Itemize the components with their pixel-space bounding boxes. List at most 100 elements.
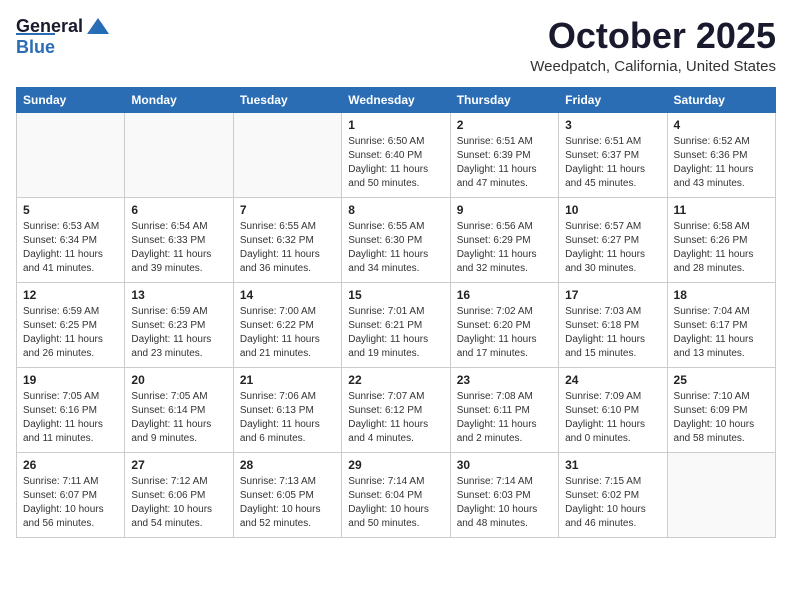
day-number: 1 xyxy=(348,118,443,132)
day-number: 3 xyxy=(565,118,660,132)
day-of-week-header: Sunday xyxy=(17,87,125,112)
calendar-cell: 22Sunrise: 7:07 AMSunset: 6:12 PMDayligh… xyxy=(342,367,450,452)
day-info: Sunrise: 7:14 AMSunset: 6:04 PMDaylight:… xyxy=(348,475,443,531)
calendar-cell xyxy=(233,112,341,197)
calendar-table: SundayMondayTuesdayWednesdayThursdayFrid… xyxy=(16,87,776,538)
calendar-cell: 30 Sunrise: 7:14 AMSunset: 6:03 PMDayligh… xyxy=(450,452,558,537)
day-number: 15 xyxy=(348,288,443,302)
calendar-cell: 23 Sunrise: 7:08 AMSunset: 6:11 PMDayligh… xyxy=(450,367,558,452)
calendar-cell: 14 Sunrise: 7:00 AMSunset: 6:22 PMDayligh… xyxy=(233,282,341,367)
day-number: 26 xyxy=(23,458,118,472)
calendar-cell xyxy=(125,112,233,197)
calendar-cell: 3 Sunrise: 6:51 AMSunset: 6:37 PMDaylight… xyxy=(559,112,667,197)
calendar-cell: 25Sunrise: 7:10 AMSunset: 6:09 PMDayligh… xyxy=(667,367,775,452)
day-number: 30 xyxy=(457,458,552,472)
day-of-week-header: Friday xyxy=(559,87,667,112)
page-header: General Blue October 2025 Weedpatch, Cal… xyxy=(16,16,776,75)
logo-blue-text: Blue xyxy=(16,33,55,58)
day-of-week-header: Saturday xyxy=(667,87,775,112)
calendar-cell: 1 Sunrise: 6:50 AMSunset: 6:40 PMDaylight… xyxy=(342,112,450,197)
day-info: Sunrise: 6:58 AMSunset: 6:26 PMDaylight:… xyxy=(674,220,769,276)
week-row: 5 Sunrise: 6:53 AMSunset: 6:34 PMDaylight… xyxy=(17,197,776,282)
day-number: 8 xyxy=(348,203,443,217)
location-title: Weedpatch, California, United States xyxy=(530,58,776,75)
day-info: Sunrise: 7:01 AMSunset: 6:21 PMDaylight:… xyxy=(348,305,443,361)
day-info: Sunrise: 7:14 AMSunset: 6:03 PMDaylight:… xyxy=(457,475,552,531)
calendar-header-row: SundayMondayTuesdayWednesdayThursdayFrid… xyxy=(17,87,776,112)
calendar-cell: 4Sunrise: 6:52 AMSunset: 6:36 PMDaylight… xyxy=(667,112,775,197)
day-number: 5 xyxy=(23,203,118,217)
calendar-cell: 8Sunrise: 6:55 AMSunset: 6:30 PMDaylight… xyxy=(342,197,450,282)
day-number: 21 xyxy=(240,373,335,387)
calendar-cell: 21 Sunrise: 7:06 AMSunset: 6:13 PMDayligh… xyxy=(233,367,341,452)
calendar-cell: 2 Sunrise: 6:51 AMSunset: 6:39 PMDaylight… xyxy=(450,112,558,197)
logo: General Blue xyxy=(16,16,109,58)
week-row: 1 Sunrise: 6:50 AMSunset: 6:40 PMDaylight… xyxy=(17,112,776,197)
day-number: 31 xyxy=(565,458,660,472)
week-row: 19Sunrise: 7:05 AMSunset: 6:16 PMDayligh… xyxy=(17,367,776,452)
day-info: Sunrise: 6:54 AMSunset: 6:33 PMDaylight:… xyxy=(131,220,226,276)
day-of-week-header: Monday xyxy=(125,87,233,112)
day-of-week-header: Tuesday xyxy=(233,87,341,112)
day-info: Sunrise: 7:15 AMSunset: 6:02 PMDaylight:… xyxy=(565,475,660,531)
day-number: 18 xyxy=(674,288,769,302)
month-title: October 2025 xyxy=(530,16,776,56)
calendar-cell: 20 Sunrise: 7:05 AMSunset: 6:14 PMDayligh… xyxy=(125,367,233,452)
day-info: Sunrise: 7:13 AMSunset: 6:05 PMDaylight:… xyxy=(240,475,335,531)
day-info: Sunrise: 6:57 AMSunset: 6:27 PMDaylight:… xyxy=(565,220,660,276)
week-row: 26 Sunrise: 7:11 AMSunset: 6:07 PMDayligh… xyxy=(17,452,776,537)
week-row: 12Sunrise: 6:59 AMSunset: 6:25 PMDayligh… xyxy=(17,282,776,367)
day-info: Sunrise: 7:00 AMSunset: 6:22 PMDaylight:… xyxy=(240,305,335,361)
day-info: Sunrise: 7:09 AMSunset: 6:10 PMDaylight:… xyxy=(565,390,660,446)
calendar-cell: 16 Sunrise: 7:02 AMSunset: 6:20 PMDayligh… xyxy=(450,282,558,367)
day-info: Sunrise: 7:05 AMSunset: 6:14 PMDaylight:… xyxy=(131,390,226,446)
day-info: Sunrise: 6:50 AMSunset: 6:40 PMDaylight:… xyxy=(348,135,443,191)
title-block: October 2025 Weedpatch, California, Unit… xyxy=(530,16,776,75)
day-number: 13 xyxy=(131,288,226,302)
day-number: 28 xyxy=(240,458,335,472)
calendar-cell: 28 Sunrise: 7:13 AMSunset: 6:05 PMDayligh… xyxy=(233,452,341,537)
day-info: Sunrise: 6:59 AMSunset: 6:23 PMDaylight:… xyxy=(131,305,226,361)
calendar-cell: 18 Sunrise: 7:04 AMSunset: 6:17 PMDayligh… xyxy=(667,282,775,367)
day-info: Sunrise: 7:02 AMSunset: 6:20 PMDaylight:… xyxy=(457,305,552,361)
calendar-cell: 10Sunrise: 6:57 AMSunset: 6:27 PMDayligh… xyxy=(559,197,667,282)
day-info: Sunrise: 6:51 AMSunset: 6:37 PMDaylight:… xyxy=(565,135,660,191)
calendar-cell: 19Sunrise: 7:05 AMSunset: 6:16 PMDayligh… xyxy=(17,367,125,452)
calendar-cell: 13 Sunrise: 6:59 AMSunset: 6:23 PMDayligh… xyxy=(125,282,233,367)
calendar-cell: 11 Sunrise: 6:58 AMSunset: 6:26 PMDayligh… xyxy=(667,197,775,282)
day-info: Sunrise: 7:06 AMSunset: 6:13 PMDaylight:… xyxy=(240,390,335,446)
day-number: 23 xyxy=(457,373,552,387)
calendar-cell: 6 Sunrise: 6:54 AMSunset: 6:33 PMDaylight… xyxy=(125,197,233,282)
day-number: 6 xyxy=(131,203,226,217)
day-number: 16 xyxy=(457,288,552,302)
day-number: 2 xyxy=(457,118,552,132)
day-number: 9 xyxy=(457,203,552,217)
calendar-cell: 24 Sunrise: 7:09 AMSunset: 6:10 PMDayligh… xyxy=(559,367,667,452)
calendar-cell: 27Sunrise: 7:12 AMSunset: 6:06 PMDayligh… xyxy=(125,452,233,537)
calendar-cell: 7Sunrise: 6:55 AMSunset: 6:32 PMDaylight… xyxy=(233,197,341,282)
day-number: 17 xyxy=(565,288,660,302)
day-number: 11 xyxy=(674,203,769,217)
day-number: 19 xyxy=(23,373,118,387)
day-info: Sunrise: 7:10 AMSunset: 6:09 PMDaylight:… xyxy=(674,390,769,446)
day-info: Sunrise: 6:55 AMSunset: 6:32 PMDaylight:… xyxy=(240,220,335,276)
day-number: 14 xyxy=(240,288,335,302)
day-info: Sunrise: 6:51 AMSunset: 6:39 PMDaylight:… xyxy=(457,135,552,191)
calendar-cell xyxy=(667,452,775,537)
calendar-cell: 17Sunrise: 7:03 AMSunset: 6:18 PMDayligh… xyxy=(559,282,667,367)
calendar-cell: 12Sunrise: 6:59 AMSunset: 6:25 PMDayligh… xyxy=(17,282,125,367)
day-number: 22 xyxy=(348,373,443,387)
day-number: 20 xyxy=(131,373,226,387)
day-info: Sunrise: 7:04 AMSunset: 6:17 PMDaylight:… xyxy=(674,305,769,361)
calendar-cell: 29 Sunrise: 7:14 AMSunset: 6:04 PMDayligh… xyxy=(342,452,450,537)
day-number: 29 xyxy=(348,458,443,472)
day-info: Sunrise: 7:11 AMSunset: 6:07 PMDaylight:… xyxy=(23,475,118,531)
day-number: 4 xyxy=(674,118,769,132)
day-info: Sunrise: 6:53 AMSunset: 6:34 PMDaylight:… xyxy=(23,220,118,276)
day-number: 24 xyxy=(565,373,660,387)
day-info: Sunrise: 6:56 AMSunset: 6:29 PMDaylight:… xyxy=(457,220,552,276)
logo-icon xyxy=(87,18,109,34)
day-info: Sunrise: 7:08 AMSunset: 6:11 PMDaylight:… xyxy=(457,390,552,446)
calendar-cell: 15 Sunrise: 7:01 AMSunset: 6:21 PMDayligh… xyxy=(342,282,450,367)
day-info: Sunrise: 6:59 AMSunset: 6:25 PMDaylight:… xyxy=(23,305,118,361)
